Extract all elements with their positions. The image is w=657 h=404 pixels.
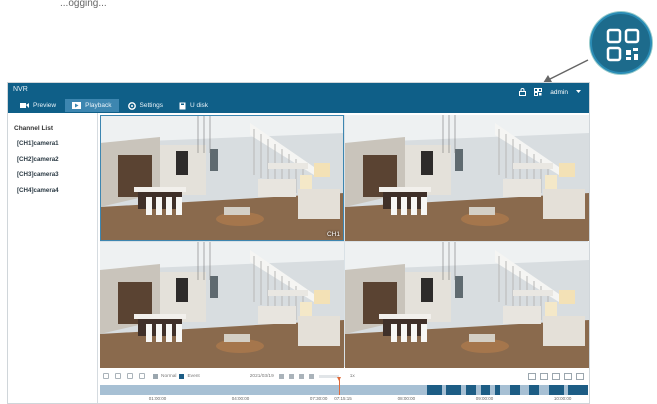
event-segment — [548, 385, 564, 395]
channel-item[interactable]: [CH4]camera4 — [17, 187, 97, 203]
camera-image — [345, 115, 589, 241]
camera-image — [100, 115, 344, 241]
qr-code-icon[interactable] — [534, 88, 543, 96]
qr-code-icon — [606, 28, 640, 62]
event-segment — [480, 385, 491, 395]
speed-slider[interactable] — [318, 374, 339, 378]
tab-label: Settings — [139, 102, 164, 109]
channel-item[interactable]: [CH3]camera3 — [17, 171, 97, 187]
camera-view-ch3[interactable] — [100, 242, 344, 368]
camera-label: CH1 — [326, 231, 340, 238]
date-picker[interactable]: 2021/03/19 — [250, 374, 274, 379]
speed-value: 1x — [349, 373, 355, 379]
record-legend: Normal Event — [153, 373, 200, 379]
layout-4-icon[interactable] — [540, 372, 548, 380]
timeline-cursor[interactable] — [339, 379, 341, 395]
event-segment — [509, 385, 520, 395]
camera-image — [345, 242, 589, 368]
tab-label: Playback — [85, 102, 112, 109]
playback-controls: Normal Event 2021/03/19 1x — [100, 369, 588, 383]
playback-icon — [72, 102, 82, 109]
chevron-down-icon[interactable] — [576, 90, 581, 94]
timeline-tick-label: 10:00:00 — [553, 396, 572, 401]
camera-icon — [20, 103, 29, 108]
event-segments — [100, 385, 588, 395]
usb-disk-icon — [179, 102, 186, 109]
event-segment — [495, 385, 501, 395]
download-icon[interactable] — [139, 373, 145, 379]
top-bar: NVR Preview Playback Settings U disk adm… — [8, 83, 589, 113]
layout-1-icon[interactable] — [528, 372, 536, 380]
camera-view-ch4[interactable] — [345, 242, 589, 368]
tab-label: Preview — [33, 102, 57, 109]
body-area: Channel List [CH1]camera1 [CH2]camera2 [… — [8, 113, 589, 403]
layout-9-icon[interactable] — [552, 372, 560, 380]
timeline-ticks: 01:00:00 04:00:00 07:30:00 07:15:15 08:00:00… — [100, 396, 588, 404]
camera-image — [100, 242, 344, 368]
timeline-bar[interactable] — [100, 377, 588, 395]
event-segment — [529, 385, 540, 395]
video-grid: CH1 — [100, 115, 589, 368]
channel-sidebar: Channel List [CH1]camera1 [CH2]camera2 [… — [8, 113, 98, 403]
top-right-tools: admin — [519, 88, 581, 96]
event-segment — [466, 385, 476, 395]
channel-item[interactable]: [CH1]camera1 — [17, 140, 97, 156]
normal-swatch — [153, 373, 158, 379]
layout-buttons — [528, 372, 584, 380]
legend-normal-label: Normal — [161, 373, 177, 379]
gear-icon — [127, 101, 136, 110]
caption-text: ...ogging... — [60, 0, 107, 9]
camera-view-ch2[interactable] — [345, 115, 589, 241]
tab-preview[interactable]: Preview — [13, 99, 63, 112]
volume-icon[interactable] — [103, 373, 109, 379]
nvr-app-window: NVR Preview Playback Settings U disk adm… — [7, 82, 590, 404]
app-title: NVR — [13, 86, 28, 93]
channel-list-title: Channel List — [14, 125, 54, 132]
fullscreen-icon[interactable] — [576, 372, 584, 380]
event-segment — [426, 385, 442, 395]
qr-callout — [590, 12, 652, 74]
timeline-tick-label: 04:00:00 — [231, 396, 250, 401]
pause-icon[interactable] — [298, 373, 304, 379]
step-icon[interactable] — [308, 373, 314, 379]
layout-16-icon[interactable] — [564, 372, 572, 380]
main-tabs: Preview Playback Settings U disk — [13, 99, 215, 112]
event-segment — [568, 385, 588, 395]
calendar-icon[interactable] — [278, 373, 284, 379]
tab-label: U disk — [190, 102, 209, 109]
sync-icon[interactable] — [115, 373, 121, 379]
tab-u-disk[interactable]: U disk — [172, 99, 215, 112]
event-swatch — [179, 373, 185, 379]
legend-event-label: Event — [187, 373, 200, 379]
lock-icon[interactable] — [519, 88, 527, 96]
clip-icon[interactable] — [127, 373, 133, 379]
tab-playback[interactable]: Playback — [65, 99, 119, 112]
channel-item[interactable]: [CH2]camera2 — [17, 156, 97, 172]
event-segment — [446, 385, 462, 395]
timeline-tick-label: 07:15:15 — [334, 396, 352, 401]
timeline-tick-label: 07:30:00 — [309, 396, 328, 401]
left-control-icons — [103, 373, 145, 379]
tab-settings[interactable]: Settings — [121, 99, 171, 112]
timeline-tick-label: 01:00:00 — [148, 396, 167, 401]
timeline-tick-label: 08:00:00 — [397, 396, 416, 401]
stop-icon[interactable] — [288, 373, 294, 379]
camera-view-ch1[interactable]: CH1 — [100, 115, 344, 241]
user-menu[interactable]: admin — [550, 89, 568, 96]
timeline-tick-label: 09:00:00 — [475, 396, 494, 401]
channel-list: [CH1]camera1 [CH2]camera2 [CH3]camera3 [… — [17, 140, 97, 202]
